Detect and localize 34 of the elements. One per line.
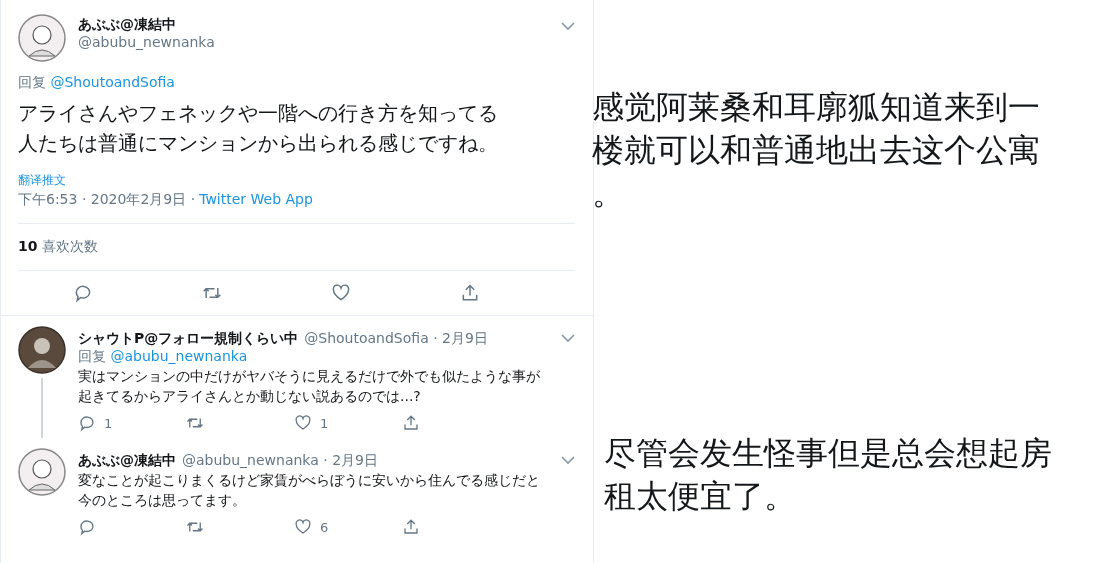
- reply-label: 回复: [18, 74, 46, 90]
- avatar[interactable]: [18, 326, 66, 374]
- tweet-text: 実はマンションの中だけがヤバそうに見えるだけで外でも似たような事が起きてるからアライさんとか動じない説あるのでは...?: [78, 367, 541, 406]
- heart-icon[interactable]: [331, 283, 352, 303]
- mention-link[interactable]: @ShoutoandSofia: [50, 74, 175, 90]
- comment-icon[interactable]: [78, 518, 96, 536]
- heart-icon[interactable]: [294, 414, 312, 432]
- handle-and-date: @abubu_newnanka · 2月9日: [182, 452, 379, 470]
- author-name[interactable]: あぶぶ@凍結中: [78, 16, 549, 34]
- author-name[interactable]: シャウトP@フォロー規制くらい中: [78, 330, 299, 348]
- like-count: 1: [320, 415, 329, 431]
- source-link[interactable]: Twitter Web App: [199, 191, 313, 209]
- timestamp: 下午6:53 · 2020年2月9日 ·: [18, 191, 196, 209]
- chevron-down-icon[interactable]: [561, 456, 575, 465]
- translate-link[interactable]: 翻译推文: [18, 172, 66, 189]
- author-name[interactable]: あぶぶ@凍結中: [78, 452, 176, 470]
- share-icon[interactable]: [402, 518, 420, 536]
- reply-count: 1: [104, 415, 113, 431]
- like-label[interactable]: 喜欢次数: [42, 238, 99, 256]
- author-handle[interactable]: @abubu_newnanka: [78, 34, 549, 50]
- reply-label: 回复: [78, 348, 106, 364]
- translation-caption: 感觉阿莱桑和耳廓狐知道来到一楼就可以和普通地出去这个公寓。: [592, 87, 1041, 214]
- comment-icon[interactable]: [78, 414, 96, 432]
- tweet-text: アライさんやフェネックや一階への行き方を知ってる人たちは普通にマンションから出られる感じですね。: [18, 100, 499, 157]
- tweet-text: 変なことが起こりまくるけど家賃がべらぼうに安いから住んでる感じだと今のところは思ってます。: [78, 471, 541, 510]
- translation-caption: 尽管会发生怪事但是总会想起房租太便宜了。: [604, 433, 1053, 517]
- handle-and-date: @ShoutoandSofia · 2月9日: [304, 330, 489, 348]
- chevron-down-icon[interactable]: [561, 22, 575, 31]
- chevron-down-icon[interactable]: [561, 334, 575, 343]
- like-count: 6: [320, 519, 329, 535]
- heart-icon[interactable]: [294, 518, 312, 536]
- mention-link[interactable]: @abubu_newnanka: [110, 348, 248, 364]
- share-icon[interactable]: [402, 414, 420, 432]
- like-count[interactable]: 10: [18, 238, 38, 256]
